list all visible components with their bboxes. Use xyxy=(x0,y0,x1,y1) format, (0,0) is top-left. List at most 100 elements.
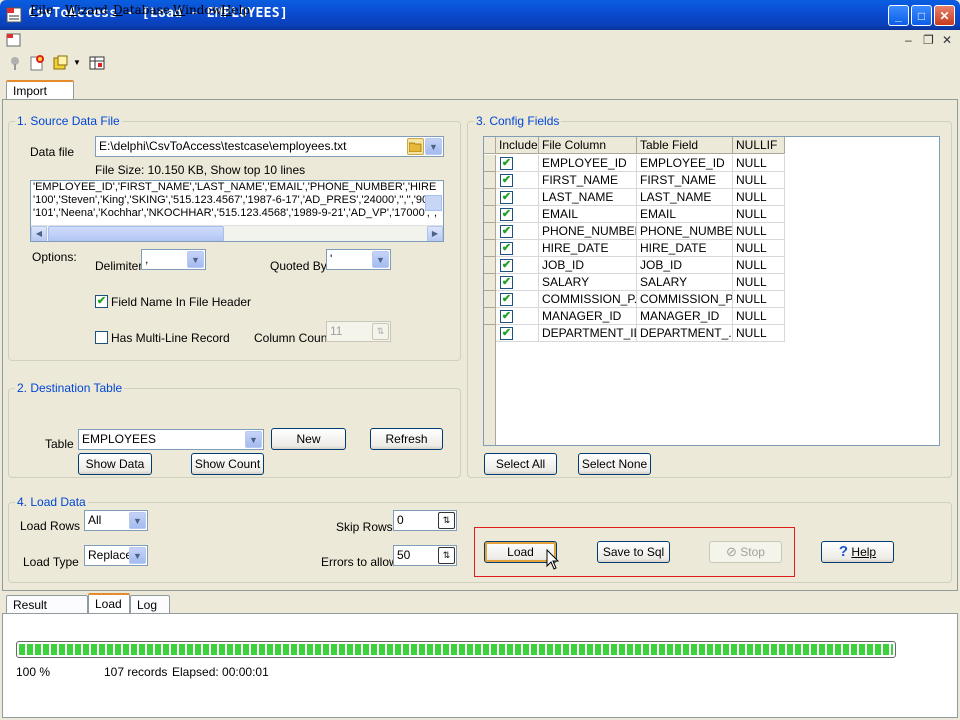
dropdown-arrow-icon[interactable]: ▼ xyxy=(73,58,81,67)
spinner-icon[interactable]: ⇅ xyxy=(438,547,455,564)
new-button[interactable]: New xyxy=(271,428,346,450)
grid-file-column-cell[interactable]: LAST_NAME xyxy=(539,189,637,206)
grid-nullif-cell[interactable]: NULL xyxy=(733,308,785,325)
grid-nullif-cell[interactable]: NULL xyxy=(733,257,785,274)
mdi-close-button[interactable]: ✕ xyxy=(942,33,952,47)
select-none-button[interactable]: Select None xyxy=(578,453,651,475)
grid-file-column-cell[interactable]: EMPLOYEE_ID xyxy=(539,155,637,172)
grid-nullif-cell[interactable]: NULL xyxy=(733,274,785,291)
spinner-icon[interactable]: ⇅ xyxy=(438,512,455,529)
grid-table-field-cell[interactable]: MANAGER_ID xyxy=(637,308,733,325)
help-button[interactable]: ? Help xyxy=(821,541,894,563)
grid-table-field-cell[interactable]: FIRST_NAME xyxy=(637,172,733,189)
grid-nullif-cell[interactable]: NULL xyxy=(733,206,785,223)
preview-vscroll-thumb[interactable] xyxy=(425,195,442,211)
grid-row-header[interactable] xyxy=(484,172,496,189)
menu-database[interactable]: Database xyxy=(113,3,170,17)
grid-nullif-cell[interactable]: NULL xyxy=(733,291,785,308)
include-checkbox[interactable]: ✔ xyxy=(500,310,513,323)
field-name-header-checkbox[interactable]: ✔ xyxy=(95,295,108,308)
grid-header-file-column[interactable]: File Column xyxy=(539,137,637,154)
grid-header-nullif[interactable]: NULLIF xyxy=(733,137,785,154)
grid-nullif-cell[interactable]: NULL xyxy=(733,325,785,342)
grid-table-field-cell[interactable]: EMAIL xyxy=(637,206,733,223)
scroll-thumb[interactable] xyxy=(48,226,224,241)
grid-row-header[interactable] xyxy=(484,291,496,308)
mdi-restore-button[interactable]: ❐ xyxy=(923,33,934,47)
grid-file-column-cell[interactable]: EMAIL xyxy=(539,206,637,223)
grid-row-header[interactable] xyxy=(484,308,496,325)
refresh-button[interactable]: Refresh xyxy=(370,428,443,450)
grid-include-cell[interactable]: ✔ xyxy=(496,206,539,223)
include-checkbox[interactable]: ✔ xyxy=(500,174,513,187)
scroll-left-icon[interactable]: ◀ xyxy=(31,226,47,241)
grid-include-cell[interactable]: ✔ xyxy=(496,223,539,240)
grid-table-field-cell[interactable]: EMPLOYEE_ID xyxy=(637,155,733,172)
data-file-input[interactable]: E:\delphi\CsvToAccess\testcase\employees… xyxy=(95,136,444,157)
grid-file-column-cell[interactable]: COMMISSION_P... xyxy=(539,291,637,308)
preview-hscrollbar[interactable]: ◀ ▶ xyxy=(31,225,443,241)
grid-row-header[interactable] xyxy=(484,274,496,291)
grid-include-cell[interactable]: ✔ xyxy=(496,325,539,342)
grid-row-header[interactable] xyxy=(484,240,496,257)
grid-include-cell[interactable]: ✔ xyxy=(496,240,539,257)
grid-nullif-cell[interactable]: NULL xyxy=(733,240,785,257)
grid-nullif-cell[interactable]: NULL xyxy=(733,189,785,206)
schema-icon[interactable] xyxy=(88,54,106,72)
select-all-button[interactable]: Select All xyxy=(484,453,557,475)
grid-table-field-cell[interactable]: DEPARTMENT_... xyxy=(637,325,733,342)
include-checkbox[interactable]: ✔ xyxy=(500,191,513,204)
include-checkbox[interactable]: ✔ xyxy=(500,327,513,340)
include-checkbox[interactable]: ✔ xyxy=(500,242,513,255)
errors-spinner[interactable]: 50 ⇅ xyxy=(393,545,457,566)
load-type-dropdown-button[interactable]: ▼ xyxy=(129,547,146,564)
grid-row-header[interactable] xyxy=(484,206,496,223)
grid-file-column-cell[interactable]: PHONE_NUMBER xyxy=(539,223,637,240)
scroll-right-icon[interactable]: ▶ xyxy=(427,226,443,241)
grid-include-cell[interactable]: ✔ xyxy=(496,189,539,206)
grid-table-field-cell[interactable]: COMMISSION_P... xyxy=(637,291,733,308)
grid-header-table-field[interactable]: Table Field xyxy=(637,137,733,154)
maximize-button[interactable]: □ xyxy=(911,5,932,26)
load-rows-select[interactable]: All ▼ xyxy=(84,510,148,531)
include-checkbox[interactable]: ✔ xyxy=(500,293,513,306)
grid-file-column-cell[interactable]: FIRST_NAME xyxy=(539,172,637,189)
include-checkbox[interactable]: ✔ xyxy=(500,208,513,221)
quoted-by-dropdown-button[interactable]: ▼ xyxy=(372,251,389,268)
multiline-checkbox[interactable] xyxy=(95,331,108,344)
minimize-button[interactable]: _ xyxy=(888,5,909,26)
tab-load[interactable]: Load xyxy=(88,593,130,615)
grid-table-field-cell[interactable]: PHONE_NUMBER xyxy=(637,223,733,240)
close-button[interactable]: ✕ xyxy=(934,5,955,26)
grid-row-header[interactable] xyxy=(484,257,496,274)
grid-row-header[interactable] xyxy=(484,155,496,172)
wizard-icon[interactable] xyxy=(52,54,70,72)
data-file-dropdown-button[interactable]: ▼ xyxy=(425,138,442,155)
menu-window[interactable]: Window xyxy=(173,3,222,17)
include-checkbox[interactable]: ✔ xyxy=(500,276,513,289)
grid-file-column-cell[interactable]: SALARY xyxy=(539,274,637,291)
mdi-minimize-button[interactable]: – xyxy=(905,33,912,47)
grid-row-header[interactable] xyxy=(484,189,496,206)
grid-table-field-cell[interactable]: JOB_ID xyxy=(637,257,733,274)
grid-table-field-cell[interactable]: HIRE_DATE xyxy=(637,240,733,257)
menu-wizard[interactable]: Wizard xyxy=(65,3,108,17)
menu-help[interactable]: Help xyxy=(221,3,250,17)
show-count-button[interactable]: Show Count xyxy=(191,453,264,475)
open-folder-button[interactable] xyxy=(407,138,424,155)
delimiter-dropdown-button[interactable]: ▼ xyxy=(187,251,204,268)
save-to-sql-button[interactable]: Save to Sql xyxy=(597,541,670,563)
load-type-select[interactable]: Replace ▼ xyxy=(84,545,148,566)
grid-nullif-cell[interactable]: NULL xyxy=(733,223,785,240)
grid-nullif-cell[interactable]: NULL xyxy=(733,155,785,172)
grid-include-cell[interactable]: ✔ xyxy=(496,257,539,274)
table-select[interactable]: EMPLOYEES ▼ xyxy=(78,429,264,450)
quoted-by-select[interactable]: ' ▼ xyxy=(326,249,391,270)
skip-rows-spinner[interactable]: 0 ⇅ xyxy=(393,510,457,531)
grid-row-header[interactable] xyxy=(484,325,496,342)
tab-result-preview[interactable]: Result Preview xyxy=(6,595,88,626)
grid-include-cell[interactable]: ✔ xyxy=(496,172,539,189)
grid-file-column-cell[interactable]: JOB_ID xyxy=(539,257,637,274)
grid-row-header[interactable] xyxy=(484,223,496,240)
grid-file-column-cell[interactable]: MANAGER_ID xyxy=(539,308,637,325)
